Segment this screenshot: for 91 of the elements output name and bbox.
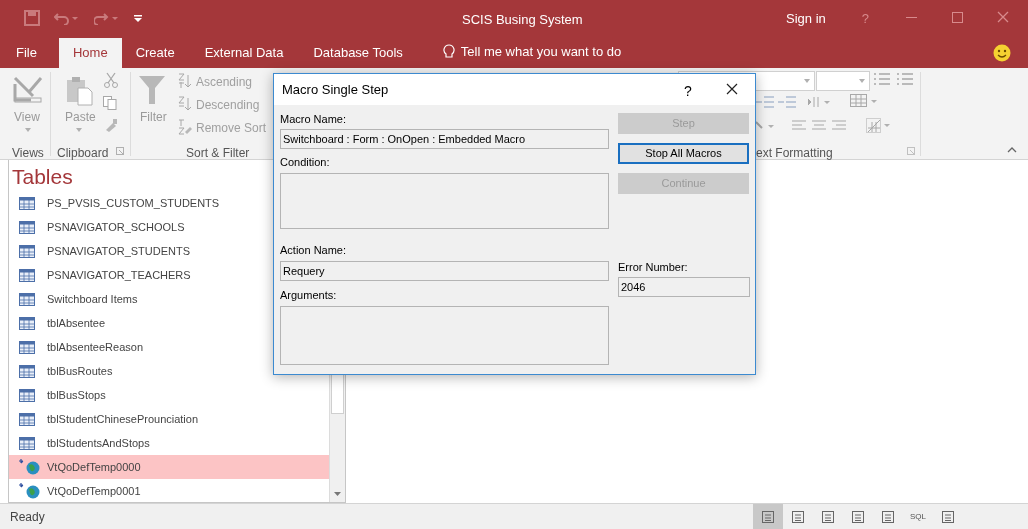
sort-descending-icon[interactable] [178,96,192,112]
pane-heading: Tables [12,164,73,190]
view-icon[interactable] [13,74,43,104]
alternate-row-color-icon[interactable] [866,118,892,134]
navigation-item[interactable]: tblAbsenteeReason [9,335,330,359]
navigation-item[interactable]: tblAbsentee [9,311,330,335]
copy-icon[interactable] [103,96,117,110]
save-icon[interactable] [24,10,40,26]
ribbon-tab[interactable]: External Data [196,38,292,68]
scissors-icon[interactable] [103,72,119,88]
lightbulb-icon [442,44,455,60]
paste-icon[interactable] [66,76,94,106]
ribbon-tab[interactable]: Create [127,38,183,68]
view-icon [881,509,895,524]
ribbon-tab[interactable]: Home [58,38,122,68]
collapse-ribbon-icon[interactable] [1007,147,1017,153]
sort-ascending-icon[interactable] [178,73,192,89]
ribbon-tab[interactable]: Database Tools [305,38,411,68]
table-icon [19,268,35,282]
field-label: Macro Name: [280,113,348,126]
dialog-launcher-icon[interactable] [116,147,124,155]
gridlines-icon[interactable] [850,94,878,110]
table-icon [19,196,35,210]
view-icon [821,509,835,524]
action-name-field[interactable]: Requery [280,261,609,281]
numbering-icon[interactable] [897,72,913,86]
window-title: SCIS Busing System [462,11,583,29]
condition-field[interactable] [280,173,609,229]
undo-icon[interactable] [54,11,80,25]
tell-me-field[interactable]: Tell me what you want to do [460,42,622,62]
bullets-icon[interactable] [874,72,890,86]
ribbon-group-label: Views [12,145,44,162]
sign-in-link[interactable]: Sign in [786,9,826,29]
table-icon [19,436,35,450]
dropdown-arrow-icon [859,79,865,83]
dropdown-arrow-icon [804,79,810,83]
navigation-item[interactable]: PS_PVSIS_CUSTOM_STUDENTS [9,191,330,215]
ribbon-group-label: Clipboard [57,145,109,162]
dropdown-arrow-icon[interactable] [25,128,31,132]
minimize-icon[interactable] [906,17,917,19]
help-button[interactable]: ? [684,81,692,102]
navigation-item[interactable]: VtQoDefTemp0001 [9,479,330,503]
table-icon [19,364,35,378]
error-number-field[interactable]: 2046 [618,277,750,297]
table-icon [19,388,35,402]
view-button[interactable] [753,504,783,529]
linked-globe-icon [19,483,41,499]
view-icon [851,509,865,524]
field-label: Condition: [280,156,331,169]
smiley-icon[interactable] [993,44,1011,62]
ribbon-group-label: Sort & Filter [186,145,250,162]
paragraph-direction-icon[interactable] [808,96,830,108]
dropdown-arrow-icon[interactable] [76,128,82,132]
indent-icon[interactable] [756,96,796,108]
remove-sort-icon[interactable] [178,119,192,135]
redo-icon[interactable] [94,11,120,25]
table-icon [19,316,35,330]
view-icon [941,509,955,524]
table-icon [19,244,35,258]
customize-toolbar-icon[interactable] [134,13,142,23]
sql-view-button[interactable]: SQL [903,504,933,529]
table-icon [19,412,35,426]
dialog-title: Macro Single Step [282,80,389,99]
ribbon-tab[interactable]: File [8,38,45,68]
field-label: Error Number: [618,261,689,274]
font-size-dropdown[interactable] [816,71,870,91]
format-painter-icon[interactable] [104,118,118,132]
ribbon-group-label: ext Formatting [756,145,833,162]
arguments-field[interactable] [280,306,609,365]
navigation-item[interactable]: tblStudentsAndStops [9,431,330,455]
linked-globe-icon [19,459,41,475]
table-icon [19,220,35,234]
scroll-down-icon[interactable] [334,492,341,496]
navigation-item[interactable]: PSNAVIGATOR_SCHOOLS [9,215,330,239]
table-icon [19,292,35,306]
navigation-item[interactable]: tblStudentChineseProunciation [9,407,330,431]
macro-name-field[interactable]: Switchboard : Form : OnOpen : Embedded Macro [280,129,609,149]
view-icon [761,509,775,524]
field-label: Arguments: [280,289,338,302]
navigation-item[interactable]: VtQoDefTemp0000 [9,455,330,479]
table-icon [19,340,35,354]
close-icon[interactable] [726,83,738,95]
field-label: Action Name: [280,244,348,257]
filter-icon[interactable] [138,74,166,106]
navigation-item[interactable]: tblBusStops [9,383,330,407]
view-icon [791,509,805,524]
dialog-button[interactable]: Stop All Macros [618,143,749,164]
dialog-launcher-icon[interactable] [907,147,915,155]
navigation-item[interactable]: tblBusRoutes [9,359,330,383]
maximize-icon[interactable] [952,12,963,23]
status-text: Ready [10,508,45,526]
